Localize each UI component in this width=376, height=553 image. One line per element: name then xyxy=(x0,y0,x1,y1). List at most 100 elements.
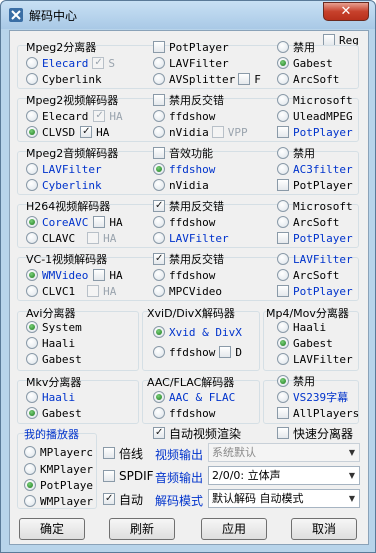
f-check[interactable] xyxy=(238,73,251,85)
check[interactable] xyxy=(277,285,289,297)
radio[interactable] xyxy=(153,232,165,244)
radio[interactable] xyxy=(153,57,165,69)
ha-check[interactable] xyxy=(93,216,106,228)
decode-mode-select[interactable]: 默认解码 自动模式 ▼ xyxy=(208,489,360,508)
check[interactable] xyxy=(277,407,289,419)
ha-check[interactable] xyxy=(80,126,93,138)
d-check[interactable] xyxy=(219,346,232,358)
radio[interactable] xyxy=(26,216,38,228)
opt-mpeg2a-cyberlink[interactable]: Cyberlink xyxy=(26,178,102,192)
double-line-checkbox[interactable]: 倍线 xyxy=(103,446,143,461)
opt-mpeg2-disable[interactable]: 禁用 xyxy=(277,40,315,54)
opt-mpeg2v-deint[interactable]: 禁用反交错 xyxy=(153,93,224,107)
opt-mp4-lav[interactable]: LAVFilter xyxy=(277,352,353,366)
check[interactable] xyxy=(103,447,115,459)
opt-mpeg2v-nvidia[interactable]: nVidia VPP xyxy=(153,125,248,139)
check[interactable] xyxy=(277,126,289,138)
opt-player-kmplayer[interactable]: KMPlayer xyxy=(24,462,93,476)
opt-mpeg2v-ffdshow[interactable]: ffdshow xyxy=(153,109,215,123)
radio[interactable] xyxy=(26,126,38,138)
radio[interactable] xyxy=(26,321,38,333)
opt-vc1-ffdshow[interactable]: ffdshow xyxy=(153,268,215,282)
opt-xvid-ffdshow[interactable]: ffdshow D xyxy=(153,345,242,359)
opt-mpeg2-arcsoft[interactable]: ArcSoft xyxy=(277,72,339,86)
opt-mpeg2-elecard[interactable]: Elecard S xyxy=(26,56,115,70)
ok-button[interactable]: 确定 xyxy=(19,518,85,540)
opt-avi-system[interactable]: System xyxy=(26,320,82,334)
radio[interactable] xyxy=(26,163,38,175)
check[interactable] xyxy=(153,200,165,212)
radio[interactable] xyxy=(153,407,165,419)
vpp-check[interactable] xyxy=(211,126,224,138)
ha-check[interactable] xyxy=(93,110,106,122)
radio[interactable] xyxy=(153,163,165,175)
radio[interactable] xyxy=(153,285,165,297)
opt-vc1-wmvideo[interactable]: WMVideo HA xyxy=(26,268,123,282)
opt-mpeg2-lavfilter[interactable]: LAVFilter xyxy=(153,56,229,70)
radio[interactable] xyxy=(277,163,289,175)
radio[interactable] xyxy=(24,479,36,491)
opt-avi-gabest[interactable]: Gabest xyxy=(26,352,82,366)
radio[interactable] xyxy=(277,353,289,365)
check[interactable] xyxy=(277,427,289,439)
opt-mkv-gabest[interactable]: Gabest xyxy=(26,406,82,420)
radio[interactable] xyxy=(153,179,165,191)
radio[interactable] xyxy=(26,269,38,281)
radio[interactable] xyxy=(277,269,289,281)
radio[interactable] xyxy=(277,216,289,228)
radio[interactable] xyxy=(277,110,289,122)
radio[interactable] xyxy=(277,337,289,349)
opt-mkv-haali[interactable]: Haali xyxy=(26,390,75,404)
radio[interactable] xyxy=(24,463,36,475)
opt-aac-aac[interactable]: AAC & FLAC xyxy=(153,390,235,404)
check[interactable] xyxy=(153,253,165,265)
radio[interactable] xyxy=(26,353,38,365)
opt-mpeg2a-ffdshow[interactable]: ffdshow xyxy=(153,162,215,176)
cancel-button[interactable]: 取消 xyxy=(291,518,357,540)
radio[interactable] xyxy=(24,495,36,507)
radio[interactable] xyxy=(277,200,289,212)
radio[interactable] xyxy=(26,179,38,191)
opt-player-mplayerc[interactable]: MPlayerc xyxy=(24,445,93,459)
opt-mpeg2v-potplayer[interactable]: PotPlayer xyxy=(277,125,353,139)
opt-mp4-gabest[interactable]: Gabest xyxy=(277,336,333,350)
radio[interactable] xyxy=(26,232,38,244)
check[interactable] xyxy=(153,147,165,159)
radio[interactable] xyxy=(277,391,289,403)
radio[interactable] xyxy=(153,269,165,281)
opt-mpeg2v-ulead[interactable]: UleadMPEG xyxy=(277,109,353,123)
radio[interactable] xyxy=(277,147,289,159)
opt-mpeg2-cyberlink[interactable]: Cyberlink xyxy=(26,72,102,86)
opt-player-wmplayer[interactable]: WMPlayer xyxy=(24,494,93,508)
opt-h264-ffdshow[interactable]: ffdshow xyxy=(153,215,215,229)
radio[interactable] xyxy=(277,41,289,53)
opt-mpeg2v-clvsd[interactable]: CLVSD HA xyxy=(26,125,109,139)
check[interactable] xyxy=(153,94,165,106)
opt-mpeg2-avsplitter[interactable]: AVSplitter F xyxy=(153,72,261,86)
ha-check[interactable] xyxy=(87,232,100,244)
radio[interactable] xyxy=(153,110,165,122)
radio[interactable] xyxy=(277,73,289,85)
spdif-checkbox[interactable]: SPDIF xyxy=(103,469,154,483)
radio[interactable] xyxy=(26,285,38,297)
radio[interactable] xyxy=(153,73,165,85)
opt-aac-ffdshow[interactable]: ffdshow xyxy=(153,406,215,420)
radio[interactable] xyxy=(26,57,38,69)
video-out-select[interactable]: 系统默认 ▼ xyxy=(208,443,360,462)
opt-vc1-deint[interactable]: 禁用反交错 xyxy=(153,252,224,266)
opt-misc-allplayers[interactable]: AllPlayers xyxy=(277,406,359,420)
opt-player-potplayer[interactable]: PotPlaye xyxy=(24,478,93,492)
ha-check[interactable] xyxy=(87,285,100,297)
opt-mpeg2v-microsoft[interactable]: Microsoft xyxy=(277,93,353,107)
opt-mpeg2a-potplayer[interactable]: PotPlayer xyxy=(277,178,353,192)
radio[interactable] xyxy=(153,326,165,338)
radio[interactable] xyxy=(26,391,38,403)
radio[interactable] xyxy=(153,126,165,138)
opt-h264-potplayer[interactable]: PotPlayer xyxy=(277,231,353,245)
s-check[interactable] xyxy=(92,57,105,69)
check[interactable] xyxy=(153,41,165,53)
opt-vc1-arcsoft[interactable]: ArcSoft xyxy=(277,268,339,282)
opt-vc1-clvc1[interactable]: CLVC1 HA xyxy=(26,284,116,298)
fast-splitter-checkbox[interactable]: 快速分离器 xyxy=(277,426,353,441)
check[interactable] xyxy=(277,232,289,244)
